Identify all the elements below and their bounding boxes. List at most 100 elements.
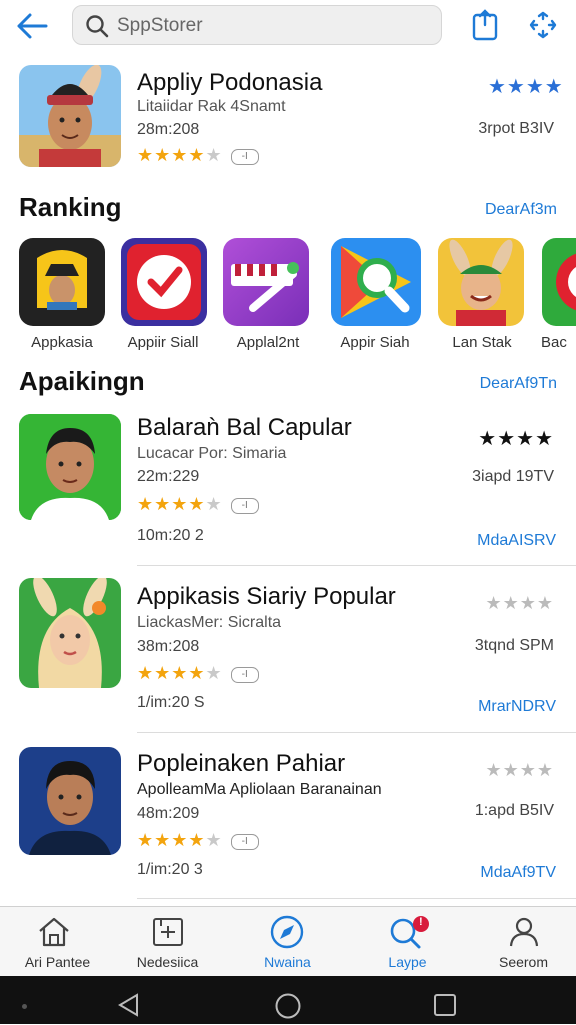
share-icon[interactable]: [468, 8, 502, 42]
app-right-meta: 3iapd 19TV: [472, 468, 554, 485]
play-search-icon: [331, 238, 421, 326]
ranking-item-label: Appir Siah: [340, 334, 410, 351]
info-chip: -I: [230, 833, 259, 850]
list-item[interactable]: Popleinaken Pahiar ApolleamMa Apliolaan …: [0, 740, 576, 898]
app-link[interactable]: MrarNDRV: [478, 698, 556, 716]
dot-icon: [22, 1004, 27, 1009]
ranking-row: Appkasia Appiir Siall Applal2nt Appir Si…: [0, 236, 576, 356]
app-top-stars: ★★★★: [485, 593, 554, 613]
featured-app-subtitle: Litaiidar Rak 4Snamt: [137, 98, 286, 115]
ranking-item-label: Lan Stak: [452, 334, 512, 351]
ranking-item[interactable]: Appir Siah: [320, 236, 430, 356]
nav-label: Seerom: [498, 954, 549, 970]
nav-label: Ari Pantee: [24, 954, 91, 970]
app-rating: ★★★★★ -I: [137, 663, 259, 684]
portrait-hat-icon: [19, 238, 105, 326]
nav-item-explore[interactable]: Nwaina: [230, 907, 345, 977]
notification-badge: !: [419, 916, 423, 928]
app-subtitle: Lucacar Por: Simaria: [137, 445, 287, 462]
featured-app-right-meta: 3rpot B3IV: [478, 120, 554, 137]
app-top-stars: ★★★★: [478, 428, 554, 450]
profile-icon: [508, 916, 540, 953]
nav-label: Nwaina: [264, 954, 311, 970]
info-chip: -I: [230, 666, 259, 683]
ranking-item[interactable]: Appiir Siall: [108, 236, 218, 356]
list-item[interactable]: Appikasis Siariy Popular LiackasMer: Sic…: [0, 573, 576, 731]
ranking-item-label: Appiir Siall: [127, 334, 199, 351]
ranking-item[interactable]: Appkasia: [7, 236, 117, 356]
app-title: Appikasis Siariy Popular: [137, 583, 396, 610]
featured-app-title: Appliy Podonasia: [137, 69, 323, 96]
red-heart-check-icon: [121, 238, 207, 326]
nav-item-apps[interactable]: Ari Pantee: [0, 907, 115, 977]
top-bar: SppStorer: [0, 0, 576, 56]
featured-app-meta: 28m:208: [137, 121, 200, 138]
featured-app[interactable]: Appliy Podonasia Litaiidar Rak 4Snamt 28…: [0, 60, 576, 175]
search-icon: [85, 14, 109, 43]
nav-label: Laype: [388, 954, 427, 970]
ranking-item[interactable]: Applal2nt: [213, 236, 323, 356]
expand-icon[interactable]: [526, 8, 560, 42]
nav-item-profile[interactable]: Seerom: [466, 907, 576, 977]
ranking-item[interactable]: Bac: [536, 236, 576, 356]
ranking-item-label: Applal2nt: [236, 334, 300, 351]
ranking-see-all-link[interactable]: DearAf3m: [485, 201, 557, 219]
app-link[interactable]: MdaAISRV: [477, 532, 556, 550]
book-icon: [152, 916, 184, 953]
ranking-item-label: Bac: [541, 334, 567, 351]
divider: [137, 898, 576, 899]
app-size: 10m:20 2: [137, 527, 204, 544]
back-arrow-icon[interactable]: [14, 8, 50, 44]
app-title: Balaraǹ Bal Capular: [137, 414, 352, 441]
nav-item-books[interactable]: Nedesiica: [110, 907, 225, 977]
system-back-icon[interactable]: [116, 992, 142, 1023]
app-meta: 22m:229: [137, 468, 200, 485]
piano-keyboard-icon: [223, 238, 309, 326]
search-badge-icon: !: [388, 915, 430, 956]
app-thumbnail: [19, 578, 121, 688]
red-circle-icon: [542, 238, 576, 326]
system-recents-icon[interactable]: [433, 993, 457, 1022]
search-input[interactable]: SppStorer: [117, 15, 203, 37]
system-home-icon[interactable]: [274, 992, 302, 1025]
app-meta: 38m:208: [137, 638, 200, 655]
app-top-stars: ★★★★: [485, 760, 554, 780]
app-size: 1/im:20 3: [137, 861, 203, 878]
search-bar[interactable]: SppStorer: [72, 5, 442, 45]
compass-icon: [270, 915, 304, 954]
ranking-item-label: Appkasia: [31, 334, 93, 351]
featured-app-thumbnail: [19, 65, 121, 167]
list-item[interactable]: Balaraǹ Bal Capular Lucacar Por: Simaria…: [0, 408, 576, 566]
app-rating: ★★★★★ -I: [137, 830, 259, 851]
divider: [137, 565, 576, 566]
featured-app-rating: ★★★★★ -I: [137, 145, 259, 166]
app-subtitle: ApolleamMa Apliolaan Baranainan: [137, 781, 382, 798]
app-rating: ★★★★★ -I: [137, 494, 259, 515]
apps-section-title: Apaikingn: [19, 366, 145, 396]
app-subtitle: LiackasMer: Sicralta: [137, 614, 282, 631]
app-right-meta: 1:apd B5IV: [474, 802, 554, 819]
app-size: 1/im:20 S: [137, 694, 205, 711]
info-chip: -I: [230, 148, 259, 165]
apps-see-all-link[interactable]: DearAf9Tn: [480, 375, 557, 393]
nav-label: Nedesiica: [136, 954, 199, 970]
app-title: Popleinaken Pahiar: [137, 750, 346, 777]
nav-item-search[interactable]: ! Laype: [350, 907, 465, 977]
app-link[interactable]: MdaAf9TV: [480, 864, 556, 882]
ranking-title: Ranking: [19, 192, 122, 222]
app-right-meta: 3tqnd SPM: [474, 637, 554, 654]
divider: [137, 732, 576, 733]
bunny-character-icon: [438, 238, 524, 326]
featured-top-stars: ★★★★: [488, 76, 564, 98]
home-icon: [37, 916, 71, 953]
bottom-navigation: Ari Pantee Nedesiica Nwaina ! Laype Seer…: [0, 906, 576, 976]
system-navigation-bar: [0, 976, 576, 1024]
rating-stars: ★★★★★: [137, 830, 223, 850]
app-thumbnail: [19, 747, 121, 855]
app-thumbnail: [19, 414, 121, 520]
rating-stars: ★★★★★: [137, 494, 223, 514]
info-chip: -I: [230, 497, 259, 514]
rating-stars: ★★★★★: [137, 663, 223, 683]
rating-stars: ★★★★★: [137, 145, 223, 165]
ranking-item[interactable]: Lan Stak: [427, 236, 537, 356]
